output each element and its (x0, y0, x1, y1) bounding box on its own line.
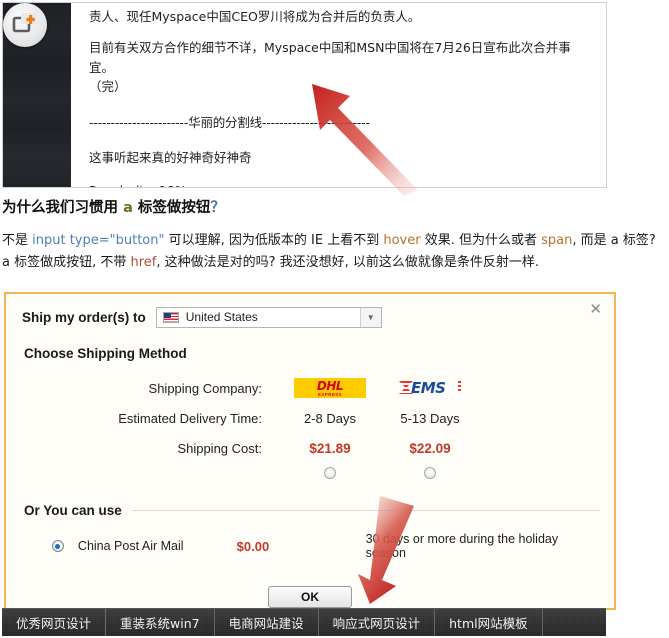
china-post-row: China Post Air Mail $0.00 30 days or mor… (52, 532, 600, 560)
commentary-run-7: href (130, 255, 157, 271)
dialog-header: Ship my order(s) to United States ▼ (22, 304, 600, 330)
dhl-cost: $21.89 (309, 440, 351, 456)
dhl-logo-subtext: EXPRESS (317, 392, 343, 397)
ems-dots-icon (458, 381, 461, 393)
article-divider-text: -----------------------华丽的分割线-----------… (89, 114, 370, 130)
heading-question-mark: ？ (210, 200, 225, 216)
ems-logo-text: EMS (411, 379, 446, 397)
commentary-run-3: hover (383, 233, 421, 248)
country-select[interactable]: United States ▼ (155, 306, 382, 328)
commentary-run-4: 效果. 但为什么或者 (420, 233, 542, 248)
commentary-run-0: 不是 (2, 233, 33, 248)
ems-radio-cell (380, 466, 480, 484)
dhl-logo: DHL EXPRESS (294, 378, 366, 398)
article-text-body: 责人、现任Myspace中国CEO罗川将成为合并后的负责人。 目前有关双方合作的… (71, 3, 606, 187)
ok-button[interactable]: OK (268, 586, 352, 608)
section-divider (131, 510, 600, 511)
footer-item-1[interactable]: 重装系统win7 (106, 609, 215, 636)
china-post-radio[interactable] (52, 540, 64, 552)
dialog-title: Ship my order(s) to (22, 309, 146, 325)
article-paragraph-4: 这事听起来真的好神奇好神奇 (89, 149, 252, 165)
article-paragraph-2: （完） (89, 79, 127, 95)
commentary-run-5: span (541, 233, 573, 248)
dhl-logo-cell: DHL EXPRESS (280, 378, 380, 398)
article-popularity: Popularity: 18% (89, 181, 592, 187)
close-icon[interactable]: ✕ (589, 302, 602, 317)
ems-cost: $22.09 (409, 440, 451, 456)
commentary-body: 不是 input type="button" 可以理解, 因为低版本的 IE 上… (2, 230, 667, 275)
heading-part-1: 为什么我们习惯用 (2, 200, 124, 216)
dialog-footer: OK (6, 586, 614, 608)
china-post-cost: $0.00 (236, 538, 270, 554)
ems-logo: EMS (399, 378, 461, 398)
footer-item-4[interactable]: html网站模板 (435, 609, 543, 636)
footer-link-bar: 优秀网页设计 重装系统win7 电商网站建设 响应式网页设计 html网站模板 (2, 608, 606, 636)
ems-logo-cell: EMS (380, 378, 480, 398)
article-paragraph-1: 目前有关双方合作的细节不详，Myspace中国和MSN中国将在7月26日宣布此次… (89, 40, 571, 75)
shipping-cost-row: Shipping Cost: $21.89 $22.09 (22, 433, 600, 463)
footer-item-3[interactable]: 响应式网页设计 (319, 609, 436, 636)
article-screenshot-panel: 责人、现任Myspace中国CEO罗川将成为合并后的负责人。 目前有关双方合作的… (2, 2, 607, 188)
heading-tag-a: a (123, 200, 133, 216)
china-post-note: 30 days or more during the holiday seaso… (365, 532, 559, 560)
footer-item-2[interactable]: 电商网站建设 (215, 609, 319, 636)
chevron-down-icon[interactable]: ▼ (359, 307, 381, 327)
shipping-company-label: Shipping Company: (148, 380, 262, 396)
or-you-can-use-title: Or You can use (24, 503, 122, 518)
open-in-new-window-icon[interactable] (3, 3, 47, 47)
china-post-label: China Post Air Mail (77, 539, 184, 553)
dhl-logo-text: DHL (316, 379, 344, 393)
us-flag-icon (162, 311, 179, 323)
commentary-run-8: , 这种做法是对的吗? 我还没想好, 以前这么做就像是条件反射一样. (156, 255, 540, 271)
carrier-radio-row (22, 463, 600, 487)
estimated-delivery-label: Estimated Delivery Time: (118, 410, 262, 426)
ems-radio[interactable] (424, 467, 436, 479)
delivery-time-row: Estimated Delivery Time: 2-8 Days 5-13 D… (22, 403, 600, 433)
commentary-block: 为什么我们习惯用 a 标签做按钮？ 不是 input type="button"… (2, 196, 667, 275)
commentary-run-2: 可以理解, 因为低版本的 IE 上看不到 (164, 233, 384, 248)
dhl-radio-cell (280, 466, 380, 484)
heading-part-2: 标签做按钮 (132, 200, 211, 216)
shipping-method-dialog: Ship my order(s) to United States ▼ ✕ Ch… (4, 292, 616, 610)
dhl-eta: 2-8 Days (303, 410, 357, 426)
footer-item-0[interactable]: 优秀网页设计 (2, 609, 107, 636)
dhl-radio[interactable] (324, 467, 336, 479)
footer-spacer (543, 609, 606, 636)
choose-shipping-method-title: Choose Shipping Method (24, 346, 187, 361)
alternative-section-header: Or You can use (24, 503, 600, 518)
article-paragraph-0: 责人、现任Myspace中国CEO罗川将成为合并后的负责人。 (89, 9, 421, 24)
shipping-options-grid: Shipping Company: DHL EXPRESS EMS Estima… (22, 373, 600, 487)
ems-eta: 5-13 Days (400, 410, 460, 426)
shipping-company-row: Shipping Company: DHL EXPRESS EMS (22, 373, 600, 403)
screenshot-root: 责人、现任Myspace中国CEO罗川将成为合并后的负责人。 目前有关双方合作的… (0, 0, 669, 638)
shipping-cost-label: Shipping Cost: (177, 440, 262, 456)
commentary-heading: 为什么我们习惯用 a 标签做按钮？ (2, 196, 667, 217)
country-select-value: United States (185, 310, 258, 324)
commentary-run-1: input type="button" (32, 233, 165, 248)
